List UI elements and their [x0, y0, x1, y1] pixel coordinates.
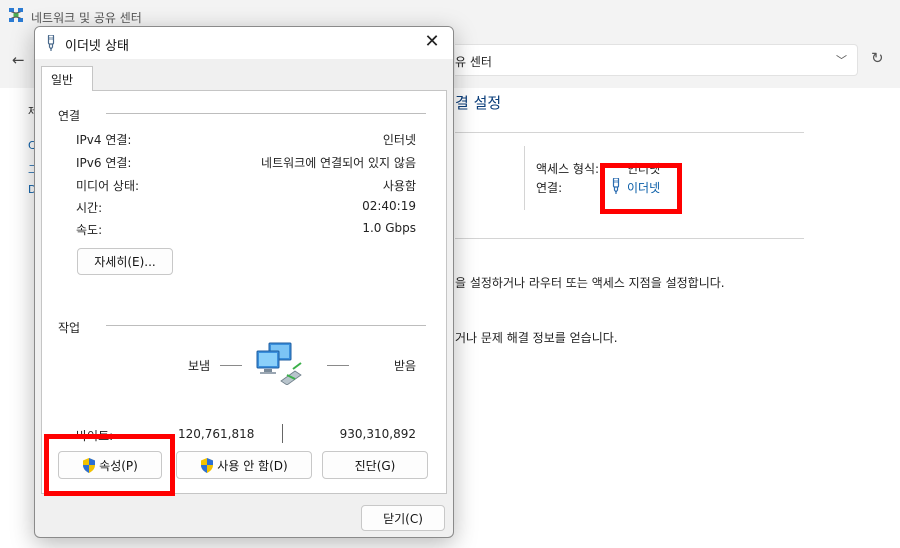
network-center-icon [9, 8, 23, 22]
media-state-value: 사용함 [382, 179, 416, 193]
received-label: 받음 [394, 359, 417, 373]
troubleshoot-description: 거나 문제 해결 정보를 얻습니다. [455, 331, 618, 345]
speed-label: 속도: [76, 223, 103, 237]
highlight-box-properties-button [44, 434, 175, 496]
activity-group-label: 작업 [58, 321, 81, 335]
divider [455, 238, 804, 239]
divider [524, 146, 525, 210]
bytes-separator [282, 424, 283, 443]
uac-shield-icon [201, 457, 214, 473]
disable-button[interactable]: 사용 안 함(D) [176, 451, 312, 479]
duration-value: 02:40:19 [362, 199, 416, 213]
ipv4-label: IPv4 연결: [76, 133, 132, 147]
received-line [327, 365, 349, 366]
address-text: 유 센터 [455, 55, 492, 69]
ethernet-plug-icon [47, 35, 55, 51]
refresh-icon[interactable]: ↻ [871, 49, 884, 67]
ipv6-label: IPv6 연결: [76, 156, 132, 170]
ipv4-value: 인터넷 [382, 133, 416, 147]
group-divider [106, 325, 426, 326]
access-type-label: 액세스 형식: [536, 162, 600, 176]
bytes-received-value: 930,310,892 [339, 427, 416, 441]
diagnose-button[interactable]: 진단(G) [322, 451, 428, 479]
back-arrow-icon[interactable]: ← [12, 51, 25, 69]
chevron-down-icon[interactable]: ﹀ [836, 52, 847, 68]
media-state-label: 미디어 상태: [76, 179, 140, 193]
sent-line [220, 365, 242, 366]
connection-group-label: 연결 [58, 109, 81, 123]
close-button[interactable]: 닫기(C) [361, 505, 445, 531]
sent-label: 보냄 [188, 359, 211, 373]
close-icon[interactable]: ✕ [421, 31, 443, 52]
group-divider [106, 113, 426, 114]
network-computers-icon [256, 342, 302, 385]
diagnose-button-label: 진단(G) [354, 458, 396, 473]
details-button-label: 자세히(E)... [94, 255, 156, 269]
dialog-titlebar: 이더넷 상태 ✕ [35, 27, 453, 59]
ipv6-value: 네트워크에 연결되어 있지 않음 [261, 156, 416, 170]
details-button[interactable]: 자세히(E)... [77, 248, 173, 275]
disable-button-label: 사용 안 함(D) [217, 458, 288, 473]
background-heading: 결 설정 [455, 94, 502, 112]
bytes-sent-value: 120,761,818 [178, 427, 255, 441]
tab-general[interactable]: 일반 [41, 66, 93, 91]
highlight-box-ethernet-link [600, 163, 682, 214]
setup-connection-description: 을 설정하거나 라우터 또는 액세스 지점을 설정합니다. [455, 276, 725, 290]
close-button-label: 닫기(C) [383, 511, 423, 526]
speed-value: 1.0 Gbps [362, 221, 416, 235]
divider [455, 132, 804, 133]
duration-label: 시간: [76, 201, 103, 215]
background-window-title: 네트워크 및 공유 센터 [31, 11, 142, 25]
dialog-title: 이더넷 상태 [65, 39, 129, 54]
connection-label: 연결: [536, 181, 563, 195]
address-bar[interactable]: 유 센터 [455, 44, 858, 76]
